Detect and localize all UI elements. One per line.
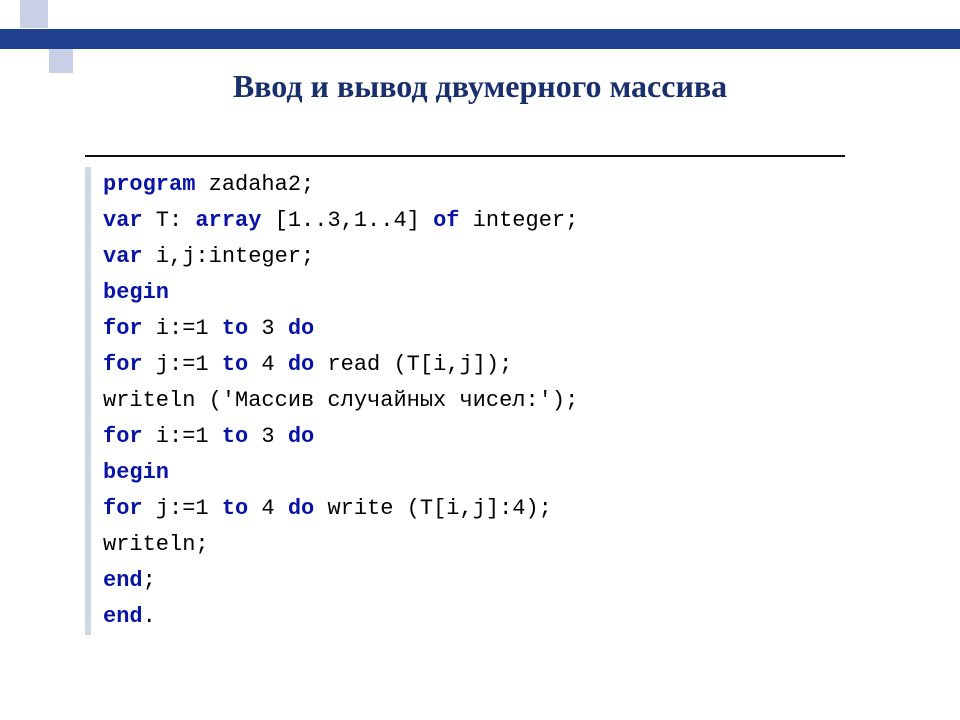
slide-title: Ввод и вывод двумерного массива [0, 68, 960, 105]
code-container: program zadaha2; var T: array [1..3,1..4… [85, 155, 845, 635]
code-text: i:=1 [143, 424, 222, 449]
keyword-for: for [103, 424, 143, 449]
code-text: read (T[i,j]); [314, 352, 512, 377]
keyword-to: to [222, 316, 248, 341]
decoration-square-upper [20, 0, 48, 28]
code-text: 4 [248, 496, 288, 521]
code-text: zadaha2; [195, 172, 314, 197]
source-code: program zadaha2; var T: array [1..3,1..4… [103, 167, 845, 635]
keyword-of: of [433, 208, 459, 233]
slide: Ввод и вывод двумерного массива program … [0, 0, 960, 720]
keyword-program: program [103, 172, 195, 197]
keyword-to: to [222, 352, 248, 377]
keyword-to: to [222, 424, 248, 449]
code-text: i,j:integer; [143, 244, 315, 269]
keyword-for: for [103, 352, 143, 377]
code-text: j:=1 [143, 352, 222, 377]
code-text: writeln; [103, 532, 209, 557]
keyword-begin: begin [103, 280, 169, 305]
code-text: 3 [248, 424, 288, 449]
code-text: i:=1 [143, 316, 222, 341]
code-text: 3 [248, 316, 288, 341]
code-text: integer; [459, 208, 578, 233]
keyword-var: var [103, 208, 143, 233]
code-text: ; [143, 568, 156, 593]
code-text: [1..3,1..4] [261, 208, 433, 233]
keyword-do: do [288, 424, 314, 449]
code-text: j:=1 [143, 496, 222, 521]
keyword-for: for [103, 496, 143, 521]
code-text: 4 [248, 352, 288, 377]
code-text: writeln ('Массив случайных чисел:'); [103, 388, 578, 413]
code-text: T: [143, 208, 196, 233]
code-text: write (T[i,j]:4); [314, 496, 552, 521]
keyword-do: do [288, 316, 314, 341]
keyword-end: end [103, 604, 143, 629]
code-text: . [143, 604, 156, 629]
decoration-top-bar [0, 29, 960, 49]
keyword-to: to [222, 496, 248, 521]
keyword-array: array [195, 208, 261, 233]
keyword-begin: begin [103, 460, 169, 485]
keyword-var: var [103, 244, 143, 269]
keyword-do: do [288, 352, 314, 377]
keyword-end: end [103, 568, 143, 593]
code-block: program zadaha2; var T: array [1..3,1..4… [85, 167, 845, 635]
keyword-do: do [288, 496, 314, 521]
keyword-for: for [103, 316, 143, 341]
